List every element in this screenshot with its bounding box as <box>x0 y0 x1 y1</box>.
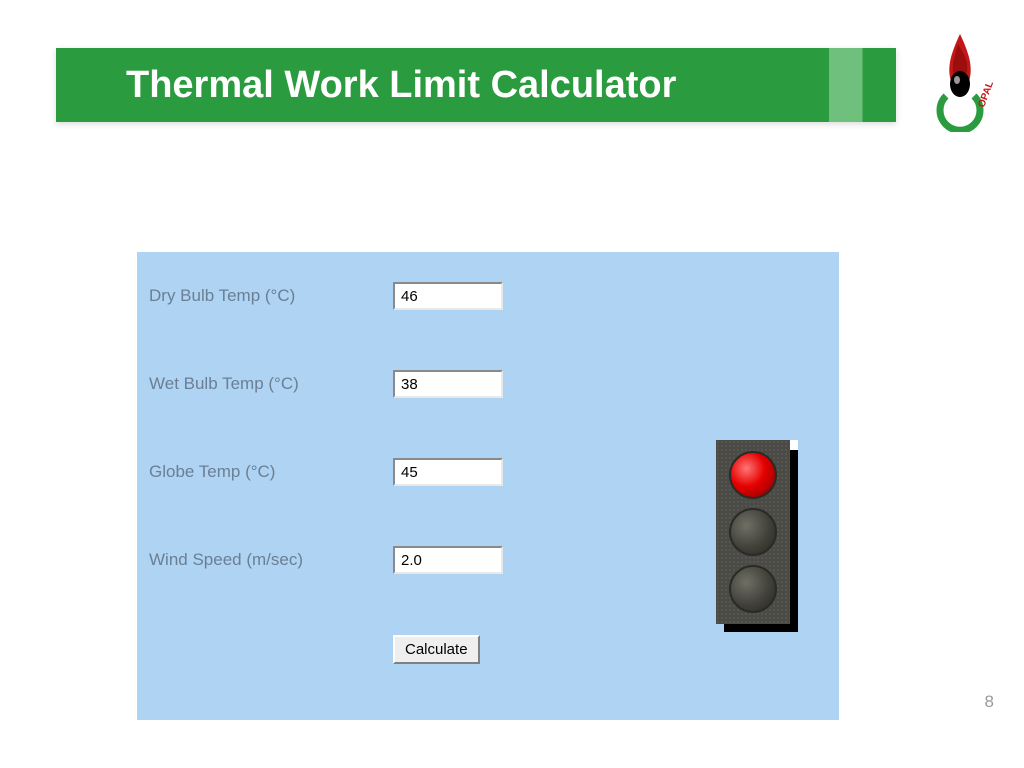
traffic-light-indicator <box>716 440 796 630</box>
field-label: Dry Bulb Temp (°C) <box>149 286 393 306</box>
traffic-light-red <box>729 451 777 499</box>
opal-logo: OPAL <box>920 32 998 132</box>
svg-text:OPAL: OPAL <box>976 80 996 109</box>
traffic-light-amber <box>729 508 777 556</box>
page-title: Thermal Work Limit Calculator <box>126 64 676 107</box>
field-label: Globe Temp (°C) <box>149 462 393 482</box>
field-row-wet-bulb: Wet Bulb Temp (°C) <box>137 340 839 428</box>
header-bar: Thermal Work Limit Calculator <box>56 48 896 122</box>
globe-temp-input[interactable] <box>393 458 503 486</box>
wind-speed-input[interactable] <box>393 546 503 574</box>
field-label: Wind Speed (m/sec) <box>149 550 393 570</box>
wet-bulb-temp-input[interactable] <box>393 370 503 398</box>
page-number: 8 <box>985 692 994 712</box>
traffic-light-green <box>729 565 777 613</box>
field-row-dry-bulb: Dry Bulb Temp (°C) <box>137 252 839 340</box>
field-label: Wet Bulb Temp (°C) <box>149 374 393 394</box>
calculate-button[interactable]: Calculate <box>393 635 480 664</box>
dry-bulb-temp-input[interactable] <box>393 282 503 310</box>
